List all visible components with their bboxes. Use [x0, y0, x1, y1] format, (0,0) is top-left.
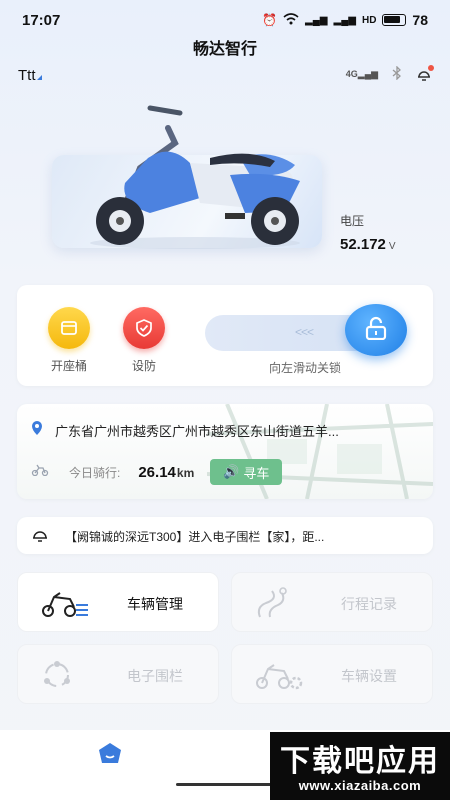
- watermark-title: 下载吧应用: [280, 744, 440, 779]
- scooter-settings-icon: [254, 659, 304, 696]
- arm-label: 设防: [131, 359, 156, 373]
- location-card[interactable]: 广东省广州市越秀区广州市越秀区东山街道五羊... 今日骑行: 26.14km 🔊…: [17, 404, 433, 499]
- open-seat-label: 开座桶: [50, 359, 87, 373]
- control-card: 开座桶 设防 <<< 向左滑动关锁: [17, 285, 433, 386]
- route-icon: [254, 587, 290, 624]
- slide-to-lock-label: 向左滑动关锁: [268, 361, 341, 375]
- speaker-icon: 🔊: [223, 464, 240, 479]
- lock-slider-knob[interactable]: [345, 304, 407, 356]
- home-indicator: [176, 783, 276, 786]
- location-pin-icon: [31, 420, 43, 441]
- hd-indicator: HD: [361, 14, 377, 26]
- notice-bar[interactable]: 【阙锦诚的深远T300】进入电子围栏【家】，距...: [17, 517, 433, 554]
- home-tab-icon[interactable]: [98, 742, 122, 764]
- address-text: 广东省广州市越秀区广州市越秀区东山街道五羊...: [55, 424, 339, 439]
- find-vehicle-label: 寻车: [243, 465, 270, 481]
- status-time: 17:07: [22, 12, 61, 29]
- wifi-icon: [283, 12, 299, 28]
- scooter-list-icon: [40, 587, 90, 624]
- address-row: 广东省广州市越秀区广州市越秀区东山街道五羊...: [31, 420, 410, 441]
- vehicle-management-label: 车辆管理: [127, 596, 183, 612]
- cell-signal-2-icon: ▂▄▆: [333, 14, 356, 26]
- slide-arrows: <<<: [295, 325, 314, 339]
- ride-distance: 26.14km: [138, 464, 194, 481]
- message-icon[interactable]: [416, 64, 434, 83]
- cell-signal-icon: ▂▄▆: [305, 14, 328, 26]
- unlock-icon: [365, 316, 387, 345]
- scooter-image: [90, 105, 300, 249]
- watermark-url: www.xiazaiba.com: [298, 778, 422, 793]
- geofence-label: 电子围栏: [127, 668, 183, 684]
- battery-level: 78: [412, 12, 428, 28]
- top-icons: 4G▂▄▆: [345, 64, 434, 83]
- seat-icon: [48, 307, 90, 349]
- vehicle-management-tile[interactable]: 车辆管理: [17, 572, 219, 632]
- watermark-logo: 下载吧应用 www.xiazaiba.com: [270, 732, 450, 800]
- fence-icon: [40, 659, 74, 696]
- voltage-readout: 52.172 V: [340, 236, 396, 253]
- battery-icon: [382, 14, 407, 26]
- vehicle-settings-label: 车辆设置: [341, 668, 397, 684]
- user-name: Ttt: [18, 67, 36, 84]
- geofence-tile[interactable]: 电子围栏: [17, 644, 219, 704]
- bike-small-icon: [31, 463, 49, 481]
- shield-icon: [123, 307, 165, 349]
- voltage-label: 电压: [340, 214, 365, 228]
- user-selector[interactable]: Ttt: [18, 67, 42, 84]
- trip-records-label: 行程记录: [341, 596, 397, 612]
- alarm-icon: ⏰: [262, 13, 278, 27]
- status-icons: ⏰ ▂▄▆ ▂▄▆ HD 78: [262, 12, 428, 28]
- notification-bell-icon: [31, 527, 49, 548]
- vehicle-settings-tile[interactable]: 车辆设置: [231, 644, 433, 704]
- voltage-value: 52.172: [340, 236, 386, 253]
- 4g-signal-icon: 4G▂▄▆: [345, 69, 378, 79]
- status-bar: 17:07 ⏰ ▂▄▆ ▂▄▆ HD 78: [0, 0, 450, 38]
- app-title: 畅达智行: [192, 41, 257, 58]
- notice-text: 【阙锦诚的深远T300】进入电子围栏【家】，距...: [65, 530, 325, 544]
- ride-label: 今日骑行:: [69, 465, 121, 480]
- open-seat-button[interactable]: 开座桶: [39, 307, 99, 374]
- bluetooth-icon[interactable]: [392, 65, 402, 83]
- triangle-dropdown-icon: [36, 75, 42, 80]
- trip-records-tile[interactable]: 行程记录: [231, 572, 433, 632]
- ride-value: 26.14: [138, 463, 176, 481]
- voltage-unit: V: [388, 241, 396, 252]
- ride-unit: km: [176, 465, 195, 480]
- find-vehicle-button[interactable]: 🔊 寻车: [210, 459, 283, 485]
- ride-row: 今日骑行: 26.14km 🔊 寻车: [31, 459, 283, 485]
- arm-button[interactable]: 设防: [114, 307, 174, 374]
